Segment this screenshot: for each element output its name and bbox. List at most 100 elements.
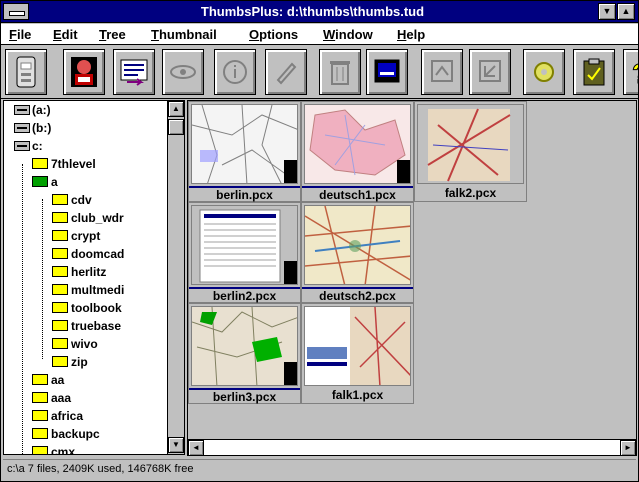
catalog-button[interactable] — [113, 49, 155, 95]
tree-item[interactable]: club_wdr — [52, 209, 124, 227]
tree-item-label: 7thlevel — [51, 157, 96, 171]
folder-icon — [32, 158, 48, 170]
thumbnail-label: berlin3.pcx — [189, 388, 300, 404]
thumbnail-item[interactable]: falk1.pcx — [301, 303, 414, 404]
tree-item[interactable]: herlitz — [52, 263, 106, 281]
folder-icon — [52, 266, 68, 278]
tree-item[interactable]: toolbook — [52, 299, 122, 317]
menu-thumbnail[interactable]: Thumbnail — [151, 27, 217, 42]
thumbnail-image-deutsch2 — [304, 205, 411, 285]
drive-icon — [14, 140, 30, 151]
wallpaper-button[interactable] — [366, 49, 408, 95]
folder-icon — [52, 356, 68, 368]
scan-button[interactable] — [5, 49, 47, 95]
scroll-left-button[interactable]: ◄ — [188, 440, 204, 456]
folder-icon — [52, 302, 68, 314]
thumbnail-label: deutsch2.pcx — [302, 287, 413, 303]
settings-button[interactable] — [523, 49, 565, 95]
clipboard-button[interactable] — [573, 49, 615, 95]
tree-item[interactable]: 7thlevel — [32, 155, 96, 173]
menu-edit[interactable]: Edit — [53, 27, 78, 42]
delete-button[interactable] — [319, 49, 361, 95]
folder-icon — [32, 374, 48, 386]
tree-item[interactable]: cmx — [32, 443, 75, 454]
tree-item[interactable]: a — [32, 173, 58, 191]
title-bar[interactable]: ThumbsPlus: d:\thumbs\thumbs.tud ▼ ▲ — [1, 1, 638, 23]
tree-item-label: cdv — [71, 193, 92, 207]
thumbnail-label: deutsch1.pcx — [302, 186, 413, 202]
thumbnail-item[interactable]: deutsch2.pcx — [301, 202, 414, 303]
thumbnail-item[interactable]: berlin.pcx — [188, 101, 301, 202]
tree-item-label: club_wdr — [71, 211, 124, 225]
menu-options[interactable]: Options — [249, 27, 298, 42]
folder-icon — [52, 320, 68, 332]
thumbnail-item[interactable]: falk2.pcx — [414, 101, 527, 202]
thumbnail-item[interactable]: berlin2.pcx — [188, 202, 301, 303]
folder-icon — [52, 212, 68, 224]
tree-item[interactable]: africa — [32, 407, 83, 425]
folder-icon — [52, 284, 68, 296]
folder-icon — [32, 410, 48, 422]
info-button[interactable] — [214, 49, 256, 95]
help-button[interactable]: ? — [623, 49, 638, 95]
tree-vertical-scrollbar[interactable]: ▲ ▼ — [167, 101, 184, 454]
menu-tree[interactable]: Tree — [99, 27, 126, 42]
thumbnail-horizontal-scrollbar[interactable]: ◄ ► — [187, 439, 637, 456]
tree-item[interactable]: backupc — [32, 425, 100, 443]
tree-item[interactable]: aaa — [32, 389, 71, 407]
info-icon — [223, 60, 247, 84]
tree-item[interactable]: cdv — [52, 191, 92, 209]
scanner-icon — [16, 56, 36, 88]
tree-item[interactable]: crypt — [52, 227, 100, 245]
system-menu-button[interactable] — [3, 3, 29, 20]
thumbnail-label: falk2.pcx — [444, 186, 497, 200]
thumbnail-item[interactable]: deutsch1.pcx — [301, 101, 414, 202]
gear-icon — [534, 62, 554, 82]
open-folder-icon — [32, 176, 48, 188]
scroll-thumb[interactable] — [168, 119, 184, 135]
status-bar: c:\a 7 files, 2409K used, 146768K free — [3, 459, 636, 479]
clipboard-icon — [583, 58, 605, 86]
thumbnail-label: falk1.pcx — [331, 388, 384, 402]
tree-item[interactable]: c: — [14, 137, 43, 155]
thumbnail-label: berlin.pcx — [189, 186, 300, 202]
menu-help[interactable]: Help — [397, 27, 425, 42]
menu-bar: File Edit Tree Thumbnail Options Window … — [1, 24, 638, 45]
directory-tree[interactable]: ▲ ▼ (a:) (b:) c: 7thlevel a cdv club_wdrcrypt d… — [3, 100, 185, 455]
view-button[interactable] — [63, 49, 105, 95]
tree-item[interactable]: truebase — [52, 317, 121, 335]
folder-icon — [52, 194, 68, 206]
scroll-right-button[interactable]: ► — [620, 440, 636, 456]
monitor-icon — [374, 59, 400, 83]
tree-item[interactable]: (a:) — [14, 101, 51, 119]
tree-item[interactable]: wivo — [52, 335, 98, 353]
copy-button[interactable] — [469, 49, 511, 95]
folder-icon — [32, 392, 48, 404]
menu-window[interactable]: Window — [323, 27, 373, 42]
edit-button[interactable] — [265, 49, 307, 95]
thumbnail-image-berlin2 — [191, 205, 298, 285]
catalog-list-icon — [120, 59, 148, 86]
eye-button[interactable] — [162, 49, 204, 95]
scroll-down-button[interactable]: ▼ — [168, 437, 184, 453]
viewer-face-icon — [71, 57, 97, 87]
tree-item-label: crypt — [71, 229, 101, 243]
menu-file[interactable]: File — [9, 27, 31, 42]
move-button[interactable] — [421, 49, 463, 95]
tree-item-label: truebase — [71, 319, 122, 333]
tree-item[interactable]: zip — [52, 353, 88, 371]
tree-item[interactable]: aa — [32, 371, 64, 389]
tree-item[interactable]: (b:) — [14, 119, 51, 137]
tree-item[interactable]: multmedi — [52, 281, 124, 299]
window-title: ThumbsPlus: d:\thumbs\thumbs.tud — [200, 4, 425, 19]
tree-item[interactable]: doomcad — [52, 245, 124, 263]
tree-item-label: wivo — [71, 337, 98, 351]
trash-icon — [330, 61, 350, 85]
tree-item-label: africa — [51, 409, 84, 423]
thumbnail-item[interactable]: berlin3.pcx — [188, 303, 301, 404]
maximize-button[interactable]: ▲ — [617, 3, 635, 20]
scroll-up-button[interactable]: ▲ — [168, 101, 184, 117]
tree-item-label: backupc — [51, 427, 100, 441]
thumbnail-grid: berlin.pcx deutsch1.pcx falk2.pcx berlin… — [187, 100, 637, 455]
minimize-button[interactable]: ▼ — [598, 3, 616, 20]
